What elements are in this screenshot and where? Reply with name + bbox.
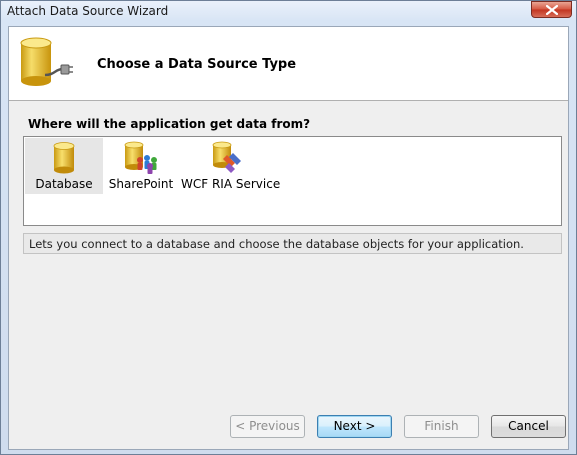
wizard-header: Choose a Data Source Type	[9, 27, 568, 101]
close-icon	[546, 5, 558, 15]
source-item-sharepoint[interactable]: SharePoint	[108, 138, 174, 194]
source-item-wcf-ria-service[interactable]: WCF RIA Service	[181, 138, 281, 194]
source-description: Lets you connect to a database and choos…	[29, 237, 524, 251]
wizard-body: Choose a Data Source Type Where will the…	[8, 26, 569, 450]
source-label-wcf-ria-service: WCF RIA Service	[181, 177, 281, 191]
cancel-button[interactable]: Cancel	[491, 415, 566, 438]
database-plug-icon	[20, 37, 73, 86]
page-title: Choose a Data Source Type	[97, 57, 297, 72]
data-source-list[interactable]: Database SharePoint WCF RIA Service	[23, 136, 562, 226]
source-item-database[interactable]: Database	[25, 138, 103, 194]
finish-button[interactable]: Finish	[404, 415, 479, 438]
wizard-window: Attach Data Source Wizard Choose a Data …	[0, 0, 577, 455]
close-button[interactable]	[531, 1, 572, 18]
source-label-sharepoint: SharePoint	[108, 177, 174, 191]
database-icon	[53, 142, 75, 174]
description-box: Lets you connect to a database and choos…	[23, 233, 562, 254]
title-bar[interactable]: Attach Data Source Wizard	[1, 1, 576, 22]
sharepoint-icon	[124, 141, 157, 174]
source-label-database: Database	[35, 177, 93, 191]
previous-button[interactable]: < Previous	[230, 415, 305, 438]
window-title: Attach Data Source Wizard	[7, 4, 169, 18]
source-question-label: Where will the application get data from…	[28, 117, 311, 131]
next-button[interactable]: Next >	[317, 415, 392, 438]
wcf-ria-service-icon	[212, 141, 241, 173]
